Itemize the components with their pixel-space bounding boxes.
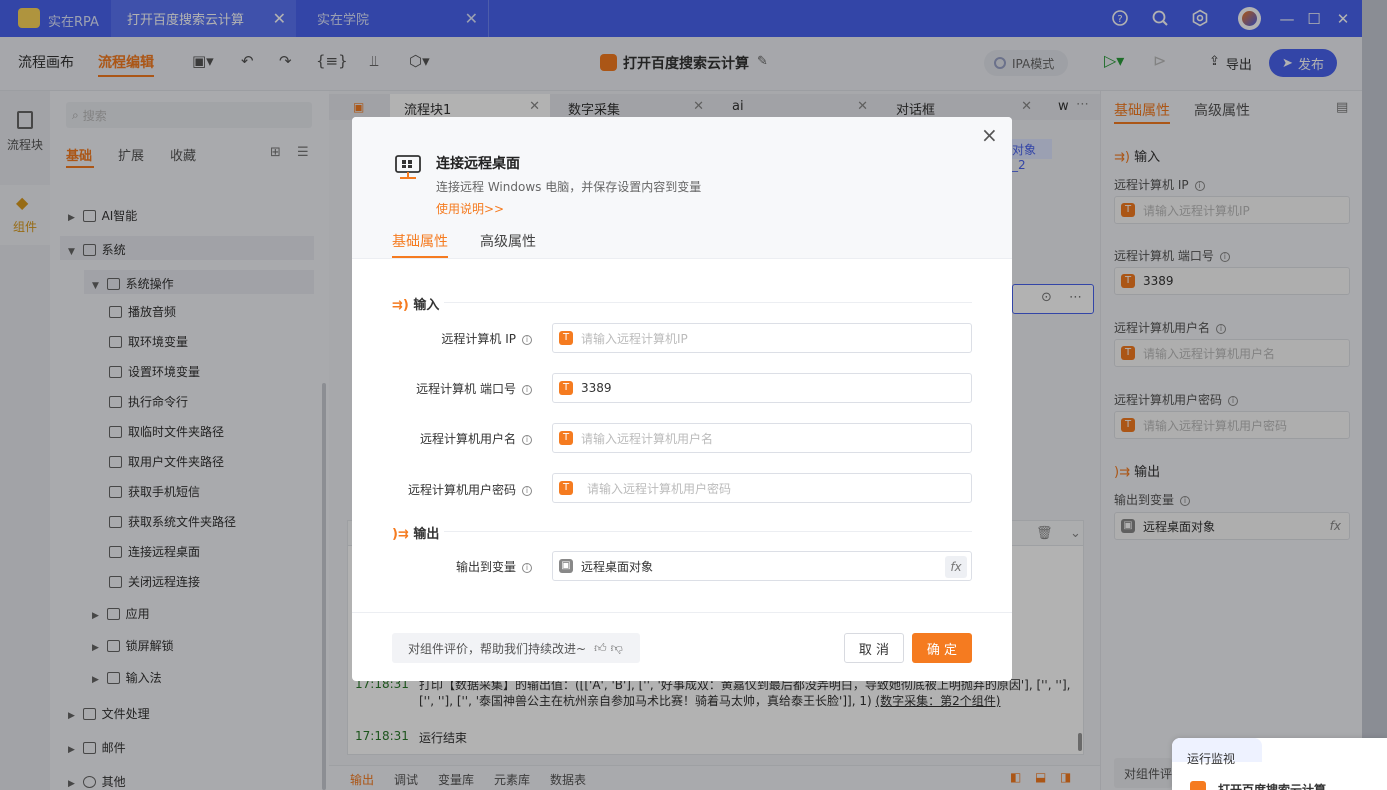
confirm-button[interactable]: 确 定: [912, 633, 972, 663]
fx-button[interactable]: fx: [945, 556, 967, 578]
placeholder: 请输入远程计算机IP: [581, 331, 688, 346]
label-text: 输出到变量: [455, 560, 516, 574]
text-type-icon: T: [559, 431, 573, 445]
output-variable-input[interactable]: ▣ 远程桌面对象 fx: [552, 551, 972, 581]
help-link[interactable]: 使用说明>>: [436, 200, 504, 217]
section-divider: [444, 302, 972, 303]
section-title: 输入: [413, 298, 440, 313]
feedback-text: 对组件评价，帮助我们持续改进~: [408, 641, 587, 656]
dialog-tab-underline: [392, 256, 448, 258]
footer-divider: [352, 612, 1012, 613]
text-type-icon: T: [559, 481, 573, 495]
project-icon: [1190, 781, 1206, 790]
dialog-description: 连接远程 Windows 电脑，并保存设置内容到变量: [436, 180, 702, 194]
run-monitor[interactable]: 运行监视 打开百度搜索云计算: [1172, 738, 1387, 790]
section-title: 输出: [413, 527, 440, 542]
remote-password-input[interactable]: T 请输入远程计算机用户密码: [552, 473, 972, 503]
value: 远程桌面对象: [581, 559, 654, 574]
thumbs-up-icon[interactable]: 👍︎: [594, 641, 607, 656]
placeholder: 请输入远程计算机用户密码: [587, 481, 732, 496]
remote-ip-input[interactable]: T 请输入远程计算机IP: [552, 323, 972, 353]
output-arrow-icon: )⇉: [392, 527, 414, 542]
field-label: 输出到变量 i: [372, 558, 532, 575]
field-label: 远程计算机 端口号 i: [372, 380, 532, 397]
field-label: 远程计算机 IP i: [372, 330, 532, 347]
cancel-button[interactable]: 取 消: [844, 633, 904, 663]
input-arrow-icon: ⇉): [392, 298, 414, 313]
info-icon[interactable]: i: [522, 335, 532, 345]
object-type-icon: ▣: [559, 559, 573, 573]
placeholder: 请输入远程计算机用户名: [581, 431, 714, 446]
dialog-title: 连接远程桌面: [436, 156, 520, 172]
text-type-icon: T: [559, 381, 573, 395]
thumbs-down-icon[interactable]: 👎︎: [611, 641, 623, 656]
value: 3389: [581, 381, 612, 395]
monitor-project: 打开百度搜索云计算: [1218, 783, 1327, 790]
label-text: 远程计算机用户密码: [407, 483, 516, 497]
dialog-tab-advanced[interactable]: 高级属性: [480, 231, 536, 251]
text-type-icon: T: [559, 331, 573, 345]
remote-desktop-icon: [394, 153, 422, 185]
info-icon[interactable]: i: [522, 486, 532, 496]
label-text: 远程计算机 端口号: [416, 382, 516, 396]
info-icon[interactable]: i: [522, 385, 532, 395]
dialog-tab-basic[interactable]: 基础属性: [392, 231, 448, 251]
info-icon[interactable]: i: [522, 435, 532, 445]
label-text: 远程计算机用户名: [419, 432, 516, 446]
section-divider: [444, 531, 972, 532]
remote-username-input[interactable]: T 请输入远程计算机用户名: [552, 423, 972, 453]
remote-port-input[interactable]: T 3389: [552, 373, 972, 403]
dialog-input-section: ⇉) 输入: [392, 294, 439, 313]
info-icon[interactable]: i: [522, 563, 532, 573]
dialog-output-section: )⇉ 输出: [392, 523, 439, 542]
field-label: 远程计算机用户密码 i: [372, 481, 532, 498]
label-text: 远程计算机 IP: [441, 332, 516, 346]
close-dialog-icon[interactable]: ×: [981, 123, 998, 147]
field-label: 远程计算机用户名 i: [372, 430, 532, 447]
monitor-title: 运行监视: [1187, 752, 1236, 766]
desktop-edge: [1362, 0, 1387, 790]
connect-remote-desktop-dialog: 连接远程桌面 连接远程 Windows 电脑，并保存设置内容到变量 使用说明>>…: [352, 117, 1012, 681]
feedback-bar: 对组件评价，帮助我们持续改进~ 👍︎ 👎︎: [392, 633, 640, 663]
